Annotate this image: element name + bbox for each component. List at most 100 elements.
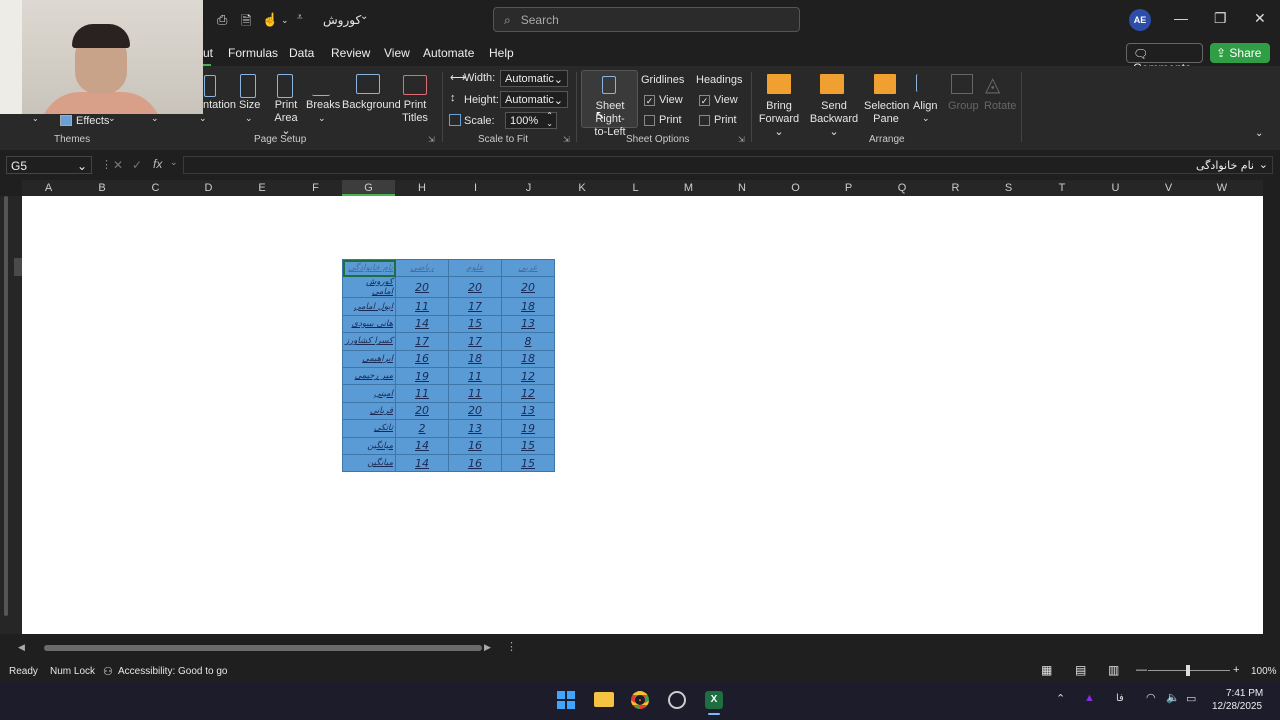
file-icon[interactable]: 🗎 (241, 12, 251, 34)
name-box[interactable]: G5 ⌄ (6, 156, 92, 174)
table-header-cell[interactable]: عربی (501, 258, 555, 278)
scale-spinner[interactable]: 100% ⌃ ⌄ (505, 112, 557, 129)
table-cell[interactable]: 12 (501, 384, 555, 403)
chevron-down-icon[interactable]: ⌄ (922, 113, 930, 124)
vertical-scrollbar[interactable] (4, 196, 8, 616)
table-cell[interactable]: 19 (501, 419, 555, 438)
zoom-in-icon[interactable]: + (1233, 664, 1239, 676)
tab-review[interactable]: Review (331, 46, 370, 60)
battery-icon[interactable]: ▭ (1186, 692, 1196, 705)
column-header[interactable]: O (769, 180, 822, 196)
insert-function-icon[interactable]: fx (153, 157, 162, 171)
column-header[interactable]: H (395, 180, 449, 196)
excel-icon[interactable]: X (705, 691, 723, 709)
enter-icon[interactable]: ✓ (132, 158, 142, 172)
tab-formulas[interactable]: Formulas (228, 46, 278, 60)
table-header-cell[interactable]: ریاضی (395, 258, 449, 278)
print-area-button[interactable]: Print Area ⌄ (270, 99, 302, 138)
input-language[interactable]: فا (1116, 693, 1124, 704)
gridlines-view-checkbox[interactable]: ✓ (644, 95, 655, 106)
zoom-out-icon[interactable]: — (1136, 664, 1147, 676)
table-header-cell[interactable]: نام خانوادگی (342, 258, 396, 278)
dialog-launcher-icon[interactable]: ⇲ (428, 135, 435, 144)
column-header[interactable]: E (235, 180, 289, 196)
table-cell[interactable]: 17 (448, 297, 502, 316)
column-header[interactable]: W (1195, 180, 1249, 196)
table-cell[interactable]: 20 (395, 401, 449, 421)
print-preview-icon[interactable]: ⎙ (217, 12, 227, 28)
column-header[interactable]: R (929, 180, 982, 196)
column-header[interactable]: U (1089, 180, 1142, 196)
table-cell[interactable]: ابراهیمی (342, 349, 396, 368)
customize-qat-icon[interactable]: ⩡ (297, 12, 303, 23)
column-header[interactable]: A (22, 180, 75, 196)
table-cell[interactable]: 18 (448, 349, 502, 368)
restore-icon[interactable]: ❐ (1214, 10, 1227, 27)
table-cell[interactable]: ابول امامی (342, 297, 396, 316)
data-table[interactable]: نام خانوادگی ریاضی علوم عربی کوروش امامی… (342, 258, 555, 473)
start-icon[interactable] (557, 691, 575, 709)
chevron-down-icon[interactable]: ⌄ (245, 113, 253, 124)
chrome-icon[interactable] (631, 691, 649, 709)
close-icon[interactable]: ✕ (1254, 10, 1266, 27)
table-cell[interactable]: 13 (501, 314, 555, 334)
table-cell[interactable]: 11 (395, 384, 449, 403)
search-box[interactable]: ⌕ Search (493, 7, 800, 32)
table-cell[interactable]: قربانی (342, 401, 396, 421)
table-cell[interactable]: هانی بیبودی (342, 314, 396, 334)
formula-input[interactable]: نام خانوادگی ⌄ (183, 156, 1273, 174)
zoom-slider-thumb[interactable] (1186, 665, 1190, 676)
column-header[interactable]: C (129, 180, 182, 196)
table-cell[interactable]: 2 (395, 419, 449, 438)
table-cell[interactable]: 20 (395, 276, 449, 299)
wifi-icon[interactable]: ◠ (1146, 691, 1156, 704)
worksheet-grid[interactable] (22, 196, 1263, 634)
normal-view-icon[interactable]: ▦ (1041, 663, 1052, 677)
table-cell[interactable]: 15 (501, 453, 555, 473)
effects-button[interactable]: Effects (76, 115, 109, 128)
tab-help[interactable]: Help (489, 46, 514, 60)
table-cell[interactable]: تاتکی (342, 419, 396, 438)
dialog-launcher-icon[interactable]: ⇲ (738, 135, 745, 144)
table-cell[interactable]: امینی (342, 384, 396, 403)
size-button[interactable]: Size (239, 99, 260, 112)
background-button[interactable]: Background (342, 99, 401, 112)
table-cell[interactable]: 18 (501, 349, 555, 368)
column-header[interactable]: K (555, 180, 609, 196)
tab-automate[interactable]: Automate (423, 46, 474, 60)
minimize-icon[interactable]: — (1174, 10, 1188, 26)
tab-view[interactable]: View (384, 46, 410, 60)
table-cell[interactable]: کوروش امامی (342, 276, 396, 299)
tray-app-icon[interactable]: ▲ (1084, 692, 1095, 704)
chevron-down-icon[interactable]: ⌄ (318, 113, 326, 124)
column-header[interactable]: I (449, 180, 502, 196)
table-cell[interactable]: 11 (395, 297, 449, 316)
gridlines-print-checkbox[interactable] (644, 115, 655, 126)
table-cell[interactable]: 11 (448, 384, 502, 403)
align-button[interactable]: Align (913, 100, 937, 113)
table-cell[interactable]: 11 (448, 366, 502, 386)
collapse-ribbon-icon[interactable]: ⌄ (1255, 128, 1263, 139)
scroll-right-icon[interactable]: ▶ (484, 642, 491, 653)
table-cell[interactable]: 16 (448, 436, 502, 455)
table-cell[interactable]: 20 (501, 276, 555, 299)
dialog-launcher-icon[interactable]: ⇲ (563, 135, 570, 144)
table-cell[interactable]: 12 (501, 366, 555, 386)
tab-data[interactable]: Data (289, 46, 314, 60)
tab-page-layout[interactable]: ut (203, 46, 213, 60)
touch-mode-icon[interactable]: ☝ (262, 12, 278, 28)
obs-icon[interactable] (668, 691, 686, 709)
table-cell[interactable]: 14 (395, 453, 449, 473)
table-cell[interactable]: 17 (448, 332, 502, 351)
volume-icon[interactable]: 🔈 (1166, 691, 1180, 704)
avatar[interactable]: AE (1129, 9, 1151, 31)
column-header[interactable]: T (1035, 180, 1089, 196)
column-header[interactable]: B (75, 180, 129, 196)
orientation-button[interactable]: ntation (203, 99, 236, 112)
column-header[interactable]: S (982, 180, 1035, 196)
comments-button[interactable]: 🗨 Comments (1126, 43, 1203, 75)
accessibility-status[interactable]: Accessibility: Good to go (118, 666, 228, 677)
bring-forward-button[interactable]: Bring Forward ⌄ (755, 100, 803, 139)
table-cell[interactable]: 15 (448, 314, 502, 334)
headings-view-checkbox[interactable]: ✓ (699, 95, 710, 106)
